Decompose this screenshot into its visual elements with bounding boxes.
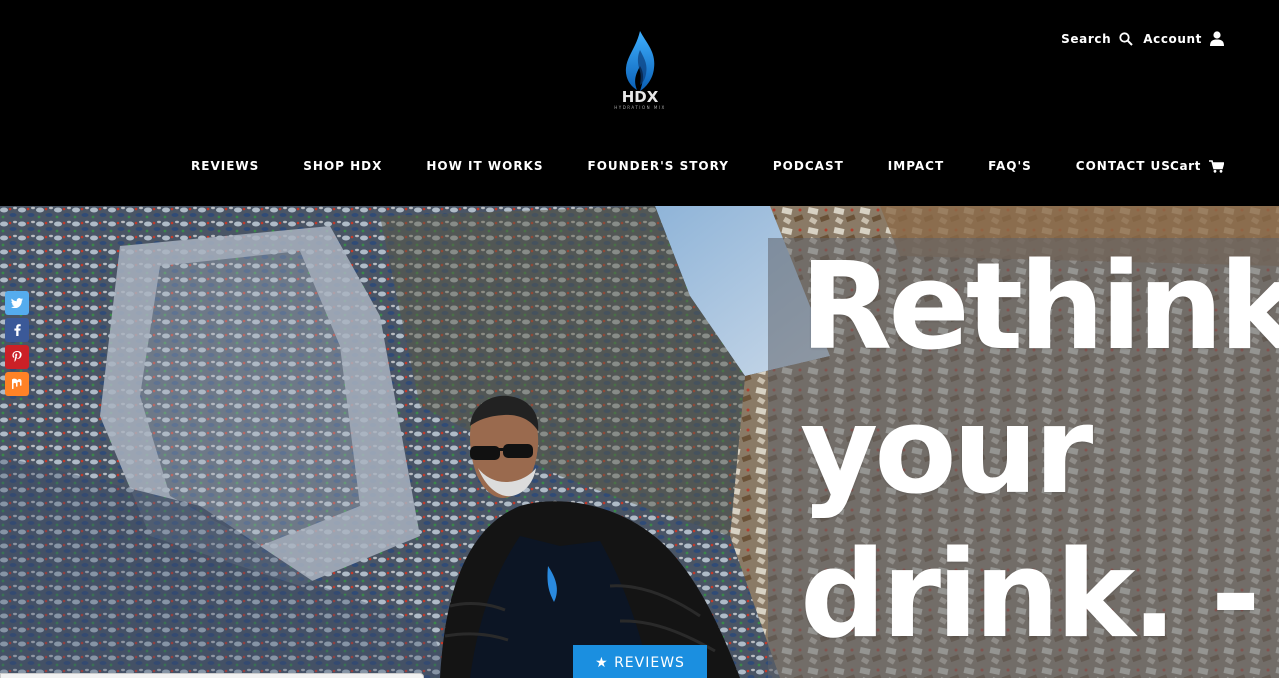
nav-impact[interactable]: IMPACT bbox=[888, 156, 944, 176]
twitter-share-button[interactable] bbox=[5, 291, 29, 315]
flame-icon bbox=[625, 31, 655, 91]
headline-line-1: Rethink bbox=[800, 238, 1279, 377]
logo-text: HDX bbox=[621, 88, 659, 106]
reviews-tab-label: ★ REVIEWS bbox=[595, 655, 685, 671]
main-nav: REVIEWS SHOP HDX HOW IT WORKS FOUNDER'S … bbox=[0, 156, 1279, 178]
nav-contact-us[interactable]: CONTACT US bbox=[1076, 156, 1171, 176]
account-label: Account bbox=[1143, 31, 1202, 46]
hero-headline: Rethink your drink. - bbox=[800, 236, 1279, 668]
cart-link[interactable]: Cart bbox=[1170, 156, 1224, 176]
search-label: Search bbox=[1061, 31, 1112, 46]
nav-how-it-works[interactable]: HOW IT WORKS bbox=[426, 156, 543, 176]
cart-label: Cart bbox=[1170, 159, 1201, 173]
nav-shop-hdx[interactable]: SHOP HDX bbox=[303, 156, 382, 176]
nav-podcast[interactable]: PODCAST bbox=[773, 156, 844, 176]
headline-line-3: drink. - bbox=[800, 526, 1261, 665]
browser-status-bar bbox=[0, 673, 424, 678]
mix-icon bbox=[12, 378, 22, 390]
reviews-widget-tab[interactable]: ★ REVIEWS bbox=[573, 645, 707, 678]
social-share-bar bbox=[5, 291, 29, 396]
pinterest-icon bbox=[12, 351, 22, 362]
mix-share-button[interactable] bbox=[5, 372, 29, 396]
nav-reviews[interactable]: REVIEWS bbox=[191, 156, 259, 176]
cart-icon bbox=[1209, 159, 1224, 173]
nav-founders-story[interactable]: FOUNDER'S STORY bbox=[588, 156, 729, 176]
site-header: HDX HYDRATION MIX Search Account REVIEWS… bbox=[0, 0, 1279, 206]
facebook-icon bbox=[13, 324, 21, 336]
logo-subtext: HYDRATION MIX bbox=[614, 105, 666, 110]
headline-line-2: your bbox=[800, 382, 1093, 521]
account-link[interactable]: Account bbox=[1143, 31, 1224, 46]
user-icon bbox=[1210, 31, 1224, 46]
utility-nav: Search Account bbox=[1061, 31, 1224, 46]
nav-faqs[interactable]: FAQ'S bbox=[988, 156, 1032, 176]
twitter-icon bbox=[11, 298, 23, 308]
facebook-share-button[interactable] bbox=[5, 318, 29, 342]
pinterest-share-button[interactable] bbox=[5, 345, 29, 369]
search-link[interactable]: Search bbox=[1061, 32, 1133, 46]
hero-banner: Rethink your drink. - bbox=[0, 206, 1279, 678]
search-icon bbox=[1119, 31, 1133, 46]
hdx-logo[interactable]: HDX HYDRATION MIX bbox=[612, 30, 668, 120]
